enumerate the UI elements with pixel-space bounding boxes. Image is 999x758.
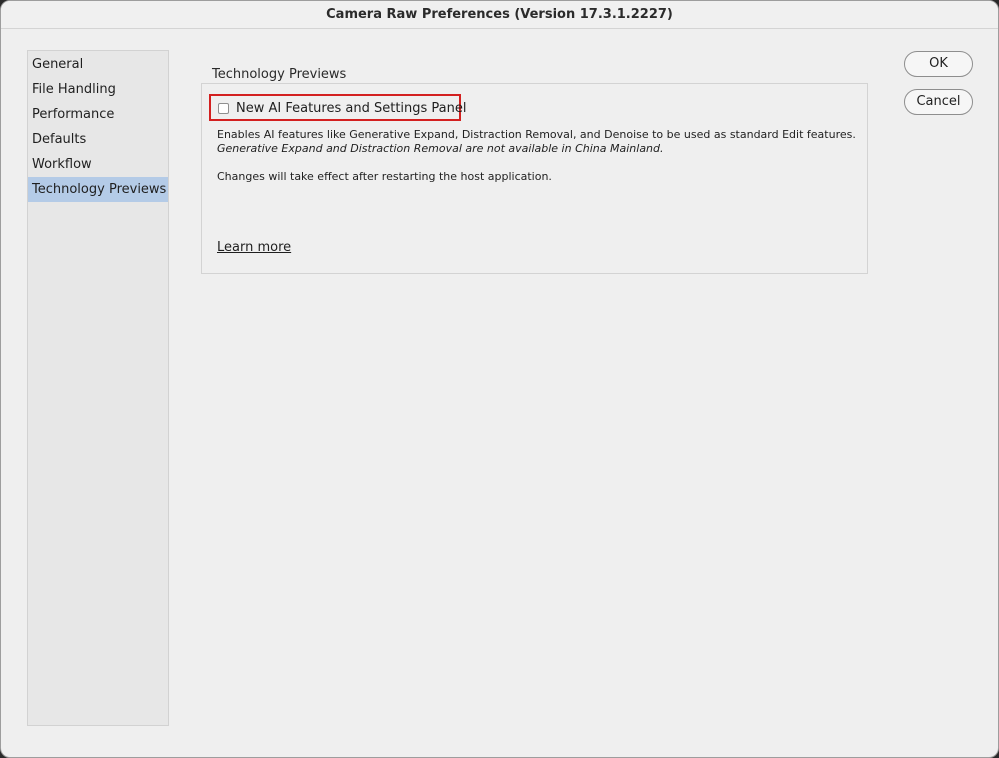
sidebar-item-general[interactable]: General (28, 52, 168, 77)
sidebar-item-performance[interactable]: Performance (28, 102, 168, 127)
preferences-window: Camera Raw Preferences (Version 17.3.1.2… (0, 0, 999, 758)
title-bar: Camera Raw Preferences (Version 17.3.1.2… (1, 1, 998, 29)
new-ai-features-label[interactable]: New AI Features and Settings Panel (236, 101, 467, 116)
sidebar-item-technology-previews[interactable]: Technology Previews (28, 177, 168, 202)
window-title: Camera Raw Preferences (Version 17.3.1.2… (326, 7, 673, 22)
sidebar-item-workflow[interactable]: Workflow (28, 152, 168, 177)
sidebar-item-file-handling[interactable]: File Handling (28, 77, 168, 102)
cancel-button[interactable]: Cancel (904, 89, 973, 115)
sidebar-item-defaults[interactable]: Defaults (28, 127, 168, 152)
availability-note: Generative Expand and Distraction Remova… (217, 142, 664, 155)
new-ai-features-checkbox-row[interactable]: New AI Features and Settings Panel (218, 99, 467, 117)
learn-more-link[interactable]: Learn more (217, 240, 291, 255)
description-text: Enables AI features like Generative Expa… (217, 128, 856, 141)
group-title: Technology Previews (208, 67, 351, 82)
restart-note: Changes will take effect after restartin… (217, 170, 552, 183)
ok-button[interactable]: OK (904, 51, 973, 77)
new-ai-features-checkbox[interactable] (218, 102, 229, 114)
preferences-sidebar: General File Handling Performance Defaul… (27, 50, 169, 726)
